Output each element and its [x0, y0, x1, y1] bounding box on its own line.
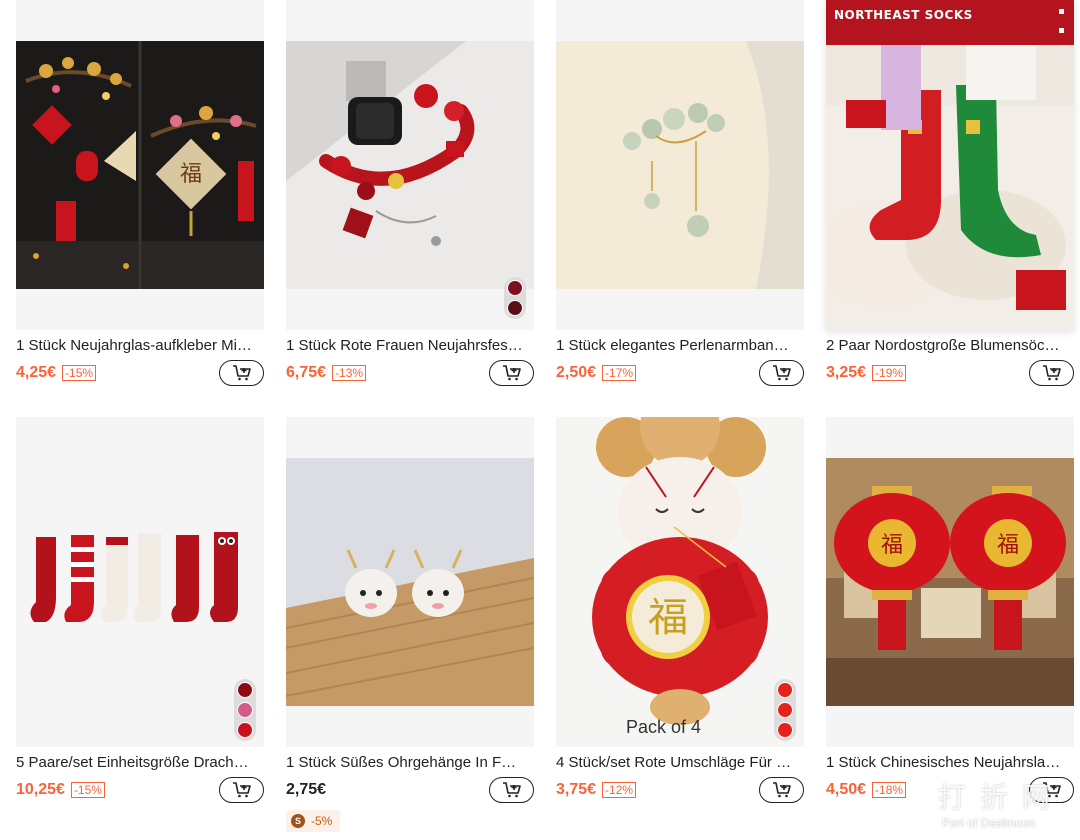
window-sticker-photo: 福: [16, 41, 264, 289]
coupon-s-icon: S: [291, 814, 305, 828]
color-swatches[interactable]: [234, 679, 256, 741]
product-title[interactable]: 1 Stück Neujahrglas-aufkleber Mi…: [16, 337, 264, 355]
discount-badge: -18%: [872, 782, 907, 798]
discount-badge: -12%: [602, 782, 637, 798]
product-image[interactable]: 福 Pack of 4: [556, 417, 804, 747]
product-image[interactable]: 福: [16, 0, 264, 330]
add-to-cart-icon: [1042, 782, 1061, 798]
price-row: 4,50€ -18%: [826, 777, 1074, 803]
add-to-cart-icon: [772, 782, 791, 798]
add-to-cart-icon: [1042, 365, 1061, 381]
color-swatch[interactable]: [777, 722, 793, 738]
price-row: 4,25€ -15%: [16, 360, 264, 386]
product-card[interactable]: 福 1 Stück Neujahrglas-aufkleber Mi… 4,25…: [16, 0, 264, 386]
product-image[interactable]: [556, 0, 804, 330]
color-swatch[interactable]: [777, 702, 793, 718]
add-to-cart-icon: [232, 782, 251, 798]
svg-text:福: 福: [997, 533, 1019, 558]
add-to-cart-button[interactable]: [219, 360, 264, 386]
color-swatch[interactable]: [507, 300, 523, 316]
coupon-badge: S -5%: [286, 810, 341, 832]
color-swatch[interactable]: [237, 702, 253, 718]
discount-badge: -17%: [602, 365, 637, 381]
add-to-cart-button[interactable]: [219, 777, 264, 803]
add-to-cart-button[interactable]: [489, 777, 534, 803]
add-to-cart-button[interactable]: [489, 360, 534, 386]
pearl-bracelet-photo: [556, 41, 804, 289]
product-price: 6,75€: [286, 364, 327, 381]
add-to-cart-icon: [772, 365, 791, 381]
banner-decor: [1059, 28, 1064, 33]
product-card[interactable]: 1 Stück elegantes Perlenarmban… 2,50€ -1…: [556, 0, 804, 386]
dragon-earrings-photo: [286, 458, 534, 706]
product-price: 2,50€: [556, 364, 597, 381]
banner-label: NORTHEAST SOCKS: [834, 8, 973, 22]
product-price: 4,25€: [16, 364, 57, 381]
coupon-label: -5%: [311, 814, 333, 828]
product-title[interactable]: 1 Stück Chinesisches Neujahrsla…: [826, 754, 1074, 772]
color-swatch[interactable]: [237, 722, 253, 738]
product-image[interactable]: NORTHEAST SOCKS: [826, 0, 1074, 330]
lantern-photo: 福 福: [826, 458, 1074, 706]
color-swatch[interactable]: [237, 682, 253, 698]
product-title[interactable]: 1 Stück Rote Frauen Neujahrsfes…: [286, 337, 534, 355]
add-to-cart-icon: [232, 365, 251, 381]
price-row: 2,50€ -17%: [556, 360, 804, 386]
product-image[interactable]: [286, 0, 534, 330]
color-swatch[interactable]: [777, 682, 793, 698]
discount-badge: -15%: [70, 782, 105, 798]
add-to-cart-button[interactable]: [1029, 360, 1074, 386]
product-card[interactable]: NORTHEAST SOCKS 2 Paar Nordostgroße Blum…: [826, 0, 1074, 386]
image-overlay-text: Pack of 4: [626, 717, 702, 737]
dragon-socks-photo: [16, 417, 264, 747]
product-card[interactable]: 1 Stück Süßes Ohrgehänge In F… 2,75€ S -…: [286, 417, 534, 832]
product-image[interactable]: [286, 417, 534, 747]
watch-bracelet-photo: [286, 41, 534, 289]
red-envelope-pet-photo: 福: [556, 417, 804, 747]
discount-badge: -15%: [62, 365, 97, 381]
price-row: 3,25€ -19%: [826, 360, 1074, 386]
color-swatches[interactable]: [774, 679, 796, 741]
banner-decor: [1059, 9, 1064, 14]
svg-text:福: 福: [881, 533, 903, 558]
product-title[interactable]: 4 Stück/set Rote Umschläge Für …: [556, 754, 804, 772]
product-title[interactable]: 1 Stück Süßes Ohrgehänge In F…: [286, 754, 534, 772]
product-price: 4,50€: [826, 781, 867, 798]
product-title[interactable]: 1 Stück elegantes Perlenarmban…: [556, 337, 804, 355]
product-card[interactable]: 1 Stück Rote Frauen Neujahrsfes… 6,75€ -…: [286, 0, 534, 386]
watermark-en: Part of Dealmoon: [942, 816, 1036, 830]
product-image[interactable]: [16, 417, 264, 747]
discount-badge: -13%: [332, 365, 367, 381]
product-title[interactable]: 2 Paar Nordostgroße Blumensöc…: [826, 337, 1074, 355]
svg-text:福: 福: [648, 595, 688, 641]
price-row: 2,75€: [286, 777, 534, 803]
add-to-cart-button[interactable]: [759, 360, 804, 386]
price-row: 3,75€ -12%: [556, 777, 804, 803]
svg-text:福: 福: [180, 162, 202, 187]
discount-badge: -19%: [872, 365, 907, 381]
price-row: 10,25€ -15%: [16, 777, 264, 803]
color-swatches[interactable]: [504, 277, 526, 319]
product-price: 3,75€: [556, 781, 597, 798]
product-price: 3,25€: [826, 364, 867, 381]
product-price: 10,25€: [16, 781, 65, 798]
product-card[interactable]: 福 福 1 Stück Chinesisches Neujahrsla… 4,5…: [826, 417, 1074, 803]
product-title[interactable]: 5 Paare/set Einheitsgröße Drach…: [16, 754, 264, 772]
add-to-cart-button[interactable]: [1029, 777, 1074, 803]
flower-socks-photo: [826, 0, 1074, 330]
product-price: 2,75€: [286, 781, 327, 798]
price-row: 6,75€ -13%: [286, 360, 534, 386]
add-to-cart-icon: [502, 782, 521, 798]
brand-banner: NORTHEAST SOCKS: [826, 0, 1074, 45]
color-swatch[interactable]: [507, 280, 523, 296]
product-card[interactable]: 5 Paare/set Einheitsgröße Drach… 10,25€ …: [16, 417, 264, 803]
product-card[interactable]: 福 Pack of 4 4 Stück/set Rote Umschläge F…: [556, 417, 804, 803]
add-to-cart-button[interactable]: [759, 777, 804, 803]
add-to-cart-icon: [502, 365, 521, 381]
product-image[interactable]: 福 福: [826, 417, 1074, 747]
